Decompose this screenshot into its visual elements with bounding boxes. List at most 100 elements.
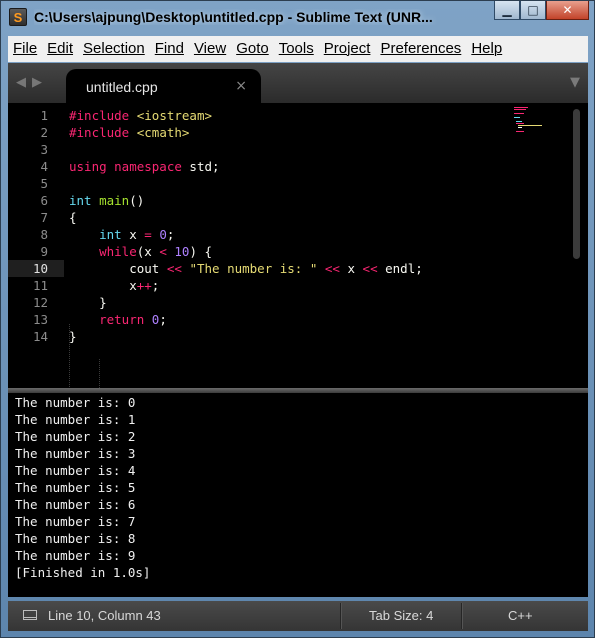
maximize-icon[interactable]: □ — [520, 1, 546, 20]
menu-tools[interactable]: Tools — [274, 36, 319, 62]
line-number: 12 — [32, 295, 48, 310]
code-token: return — [99, 312, 145, 327]
minimize-icon[interactable]: ▁ — [494, 1, 520, 20]
output-line: [Finished in 1.0s] — [15, 565, 151, 580]
title-bar[interactable]: S C:\Users\ajpung\Desktop\untitled.cpp -… — [1, 1, 594, 34]
code-token: std; — [181, 159, 220, 174]
code-line[interactable]: } — [69, 294, 423, 311]
tab-list-dropdown-icon[interactable]: ▼ — [570, 75, 580, 90]
tab-untitled-cpp[interactable]: untitled.cpp × — [66, 69, 261, 103]
code-token: x — [121, 227, 145, 242]
line-number: 11 — [32, 278, 48, 293]
panel-toggle-icon[interactable] — [23, 610, 37, 620]
line-number: 2 — [40, 125, 48, 140]
code-token: int — [99, 227, 122, 242]
code-line[interactable] — [69, 141, 423, 158]
status-divider — [461, 603, 463, 629]
code-line[interactable]: using namespace std; — [69, 158, 423, 175]
minimap[interactable] — [514, 105, 554, 145]
line-number: 8 — [40, 227, 48, 242]
code-token: (x — [136, 244, 160, 259]
output-line: The number is: 4 — [15, 463, 136, 478]
syntax-selector[interactable]: C++ — [508, 608, 533, 623]
output-line: The number is: 7 — [15, 514, 136, 529]
code-token: << — [324, 261, 340, 276]
menu-help[interactable]: Help — [466, 36, 507, 62]
code-token: while — [99, 244, 137, 259]
app-window: S C:\Users\ajpung\Desktop\untitled.cpp -… — [0, 0, 595, 638]
line-number: 4 — [40, 159, 48, 174]
cursor-position: Line 10, Column 43 — [48, 608, 161, 623]
code-token: using namespace — [69, 159, 182, 174]
status-bar: Line 10, Column 43 Tab Size: 4 C++ — [8, 601, 588, 631]
menu-goto[interactable]: Goto — [231, 36, 274, 62]
output-line: The number is: 5 — [15, 480, 136, 495]
code-token: ; — [166, 227, 175, 242]
code-line[interactable]: #include <cmath> — [69, 124, 423, 141]
line-number: 7 — [40, 210, 48, 225]
menu-view[interactable]: View — [189, 36, 231, 62]
line-number: 10 — [32, 261, 48, 276]
menu-find[interactable]: Find — [150, 36, 189, 62]
tab-close-icon[interactable]: × — [235, 78, 247, 94]
window-controls: ▁ □ ✕ — [494, 1, 589, 21]
menu-preferences[interactable]: Preferences — [375, 36, 466, 62]
code-token: x — [69, 278, 137, 293]
code-token: ; — [159, 312, 167, 327]
code-editor[interactable]: 1 2 3 4 5 6 7 8 9 10 11 12 13 14 #include <iostream> #… — [8, 103, 588, 388]
code-token: int — [69, 193, 92, 208]
output-line: The number is: 6 — [15, 497, 136, 512]
code-line[interactable]: int x = 0; — [69, 226, 423, 243]
code-token: main — [99, 193, 130, 208]
editor-scrollbar[interactable] — [573, 109, 580, 259]
code-token: << — [362, 261, 378, 276]
tab-label: untitled.cpp — [86, 79, 158, 95]
line-number: 9 — [40, 244, 48, 259]
tab-size-selector[interactable]: Tab Size: 4 — [369, 608, 433, 623]
line-number: 3 — [40, 142, 48, 157]
code-line[interactable]: int main() — [69, 192, 423, 209]
code-line[interactable]: cout << "The number is: " << x << endl; — [69, 260, 423, 277]
code-token: } — [69, 329, 77, 344]
code-area[interactable]: #include <iostream> #include <cmath> usin… — [69, 107, 423, 345]
line-number: 14 — [32, 329, 48, 344]
menu-file[interactable]: File — [8, 36, 42, 62]
output-line: The number is: 3 — [15, 446, 136, 461]
code-line[interactable] — [69, 175, 423, 192]
code-line[interactable]: while(x < 10) { — [69, 243, 423, 260]
output-line: The number is: 2 — [15, 429, 136, 444]
sublime-text-icon[interactable]: S — [9, 8, 27, 26]
status-divider — [340, 603, 342, 629]
menu-edit[interactable]: Edit — [42, 36, 78, 62]
code-token: <iostream> — [136, 108, 213, 123]
code-line[interactable]: return 0; — [69, 311, 423, 328]
code-token: #include — [69, 108, 130, 123]
close-icon[interactable]: ✕ — [546, 1, 589, 20]
tab-nav-arrows-icon[interactable]: ◀▶ — [16, 75, 48, 90]
code-line[interactable]: } — [69, 328, 423, 345]
code-line[interactable]: { — [69, 209, 423, 226]
menu-selection[interactable]: Selection — [78, 36, 150, 62]
code-token: #include — [69, 125, 130, 140]
code-line[interactable]: #include <iostream> — [69, 107, 423, 124]
tab-bar: ◀▶ untitled.cpp × ▼ — [8, 63, 588, 103]
code-token: <cmath> — [136, 125, 190, 140]
menu-project[interactable]: Project — [319, 36, 376, 62]
code-token: = — [144, 227, 152, 242]
code-token: ) { — [189, 244, 213, 259]
code-token: < — [159, 244, 167, 259]
output-line: The number is: 1 — [15, 412, 136, 427]
code-token: << — [166, 261, 182, 276]
code-token: cout — [69, 261, 167, 276]
code-line[interactable]: x++; — [69, 277, 423, 294]
code-token: 0 — [159, 227, 167, 242]
code-token: endl; — [377, 261, 423, 276]
code-token: x — [339, 261, 363, 276]
